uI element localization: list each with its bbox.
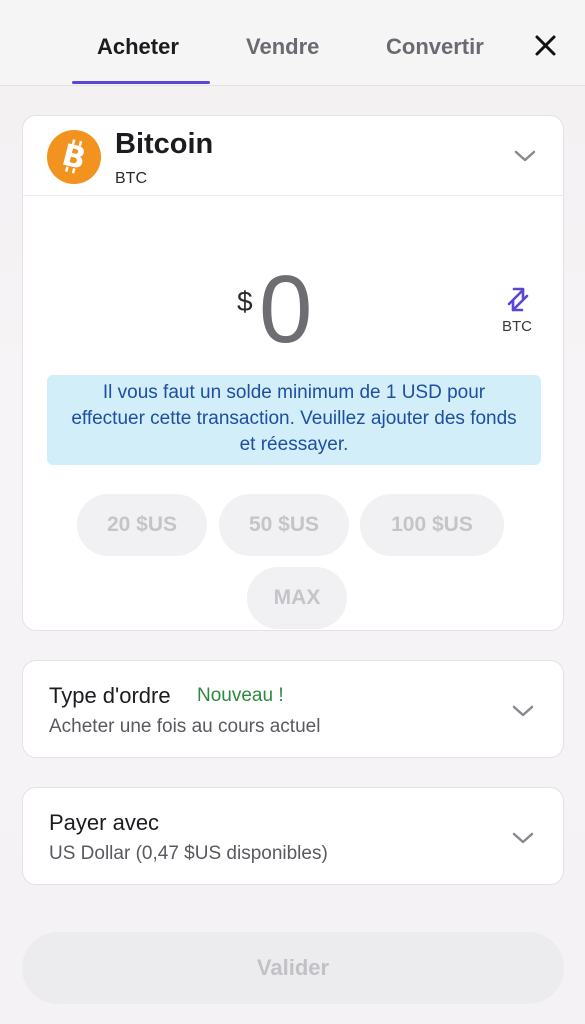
- active-tab-indicator: [72, 81, 210, 84]
- tab-convertir[interactable]: Convertir: [386, 34, 484, 60]
- payment-title: Payer avec: [49, 810, 160, 835]
- amount-currency-symbol: $: [237, 286, 253, 317]
- swap-arrows-icon: [507, 287, 529, 312]
- asset-name: Bitcoin: [115, 128, 214, 160]
- asset-selector[interactable]: B Bitcoin BTC: [23, 116, 563, 196]
- payment-method-selector[interactable]: Payer avec US Dollar (0,47 $US disponibl…: [22, 787, 564, 885]
- tab-header: Acheter Vendre Convertir: [0, 0, 585, 86]
- order-type-value: Acheter une fois au cours actuel: [49, 716, 321, 737]
- switch-currency-label: BTC: [502, 318, 532, 335]
- buy-amount-card: B Bitcoin BTC $ 0 BTC Il vous faut un so…: [22, 115, 564, 631]
- quick-amount-max[interactable]: MAX: [247, 567, 347, 629]
- chevron-down-icon: [512, 832, 534, 844]
- close-icon: [535, 35, 556, 56]
- tab-acheter[interactable]: Acheter: [97, 34, 179, 60]
- amount-input[interactable]: 0: [259, 262, 312, 358]
- currency-switch-button[interactable]: BTC: [493, 282, 541, 338]
- quick-amount-20[interactable]: 20 $US: [77, 494, 207, 556]
- tab-vendre[interactable]: Vendre: [246, 34, 319, 60]
- bitcoin-icon: B: [47, 130, 101, 184]
- chevron-down-icon: [512, 705, 534, 717]
- payment-value: US Dollar (0,47 $US disponibles): [49, 843, 328, 864]
- validate-button[interactable]: Valider: [22, 932, 564, 1004]
- chevron-down-icon: [514, 150, 536, 162]
- order-type-title: Type d'ordre: [49, 683, 171, 708]
- quick-amount-50[interactable]: 50 $US: [219, 494, 349, 556]
- asset-ticker: BTC: [115, 170, 147, 187]
- minimum-balance-notice: Il vous faut un solde minimum de 1 USD p…: [47, 375, 541, 465]
- order-type-selector[interactable]: Type d'ordre Nouveau ! Acheter une fois …: [22, 660, 564, 758]
- new-badge: Nouveau !: [197, 685, 284, 706]
- quick-amount-100[interactable]: 100 $US: [360, 494, 504, 556]
- close-button[interactable]: [532, 32, 560, 60]
